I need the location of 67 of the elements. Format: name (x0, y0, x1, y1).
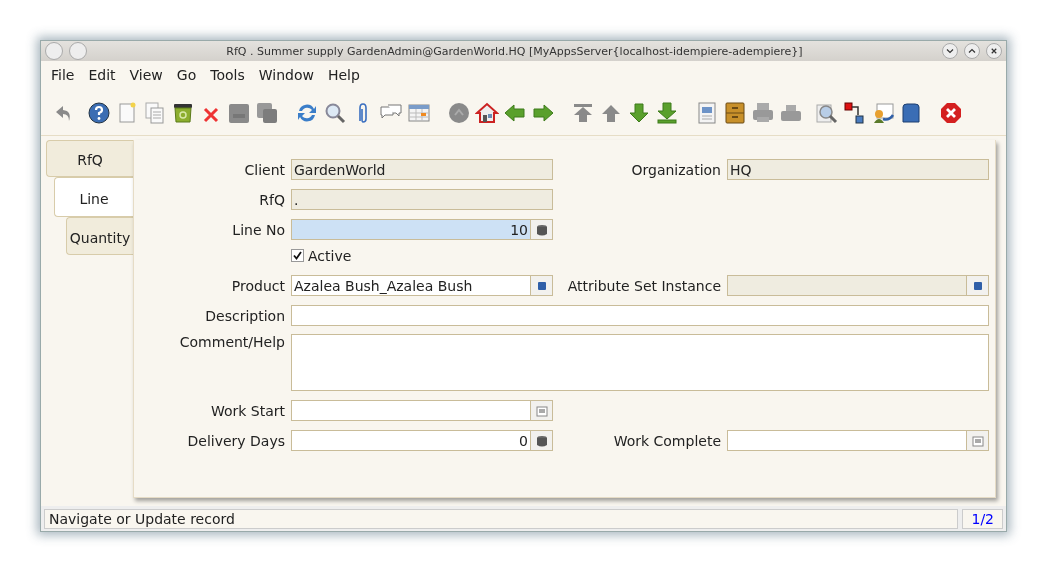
field-label: Work Complete (612, 432, 721, 449)
calculator-icon (535, 223, 548, 236)
input-field[interactable] (291, 400, 553, 421)
field-label: Work Start (209, 402, 285, 419)
lookup-icon (971, 279, 984, 292)
menu-item[interactable]: Window (252, 67, 322, 85)
tab[interactable]: RfQ (46, 140, 133, 177)
save-icon[interactable] (227, 101, 251, 125)
forward-arrow-icon[interactable] (531, 101, 555, 125)
last-record-icon[interactable] (655, 101, 679, 125)
date-button[interactable] (966, 431, 988, 450)
lookup-button[interactable] (530, 276, 552, 295)
field-label: Attribute Set Instance (566, 277, 721, 294)
window-title: RfQ . Summer supply GardenAdmin@GardenWorld.HQ [MyAppsServer{localhost-idempiere-adempiere}] (225, 44, 804, 58)
date-button[interactable] (530, 401, 552, 420)
field-label: Comment/Help (178, 334, 285, 350)
search-icon[interactable] (323, 101, 347, 125)
menu-item[interactable]: File (45, 67, 83, 85)
menu-item[interactable]: View (123, 67, 171, 85)
input-field[interactable]: . (291, 189, 553, 210)
checkbox-label: Active (308, 247, 352, 264)
menu-item[interactable]: Go (170, 67, 205, 85)
archive-icon[interactable] (723, 101, 747, 125)
home-icon[interactable] (475, 101, 499, 125)
calendar-icon (971, 434, 984, 447)
workflow-icon[interactable] (843, 101, 867, 125)
field-label: Product (230, 277, 285, 294)
input-field[interactable]: HQ (727, 159, 989, 180)
number-button[interactable] (530, 431, 552, 450)
calculator-icon (535, 434, 548, 447)
number-button[interactable] (530, 220, 552, 239)
field-label: Organization (630, 161, 721, 178)
first-record-icon[interactable] (571, 101, 595, 125)
zoom-icon[interactable] (815, 101, 839, 125)
field-label: Line No (231, 221, 285, 238)
lookup-button[interactable] (966, 276, 988, 295)
input-field[interactable]: Azalea Bush_Azalea Bush (291, 275, 553, 296)
tab[interactable]: Quantity (66, 217, 133, 255)
input-field[interactable]: 10 (291, 219, 553, 240)
calendar-icon (535, 404, 548, 417)
field-label: Description (204, 307, 285, 324)
field-label: RfQ (258, 191, 285, 208)
save-all-icon[interactable] (255, 101, 279, 125)
input-field[interactable] (727, 275, 989, 296)
record-counter: 1/2 (962, 509, 1003, 529)
minimize-button[interactable] (942, 43, 958, 59)
close-button[interactable] (986, 43, 1002, 59)
field-label: Delivery Days (186, 432, 285, 449)
input-field[interactable] (727, 430, 989, 451)
menu-item[interactable]: Edit (82, 67, 124, 85)
lookup-icon (535, 279, 548, 292)
field-label: Client (243, 161, 285, 178)
down-arrow-icon[interactable] (627, 101, 651, 125)
checkbox[interactable] (291, 249, 304, 262)
input-field[interactable]: 0 (291, 430, 553, 451)
menu-item[interactable]: Tools (204, 67, 253, 85)
table-icon[interactable] (407, 101, 431, 125)
menu-item[interactable]: Help (321, 67, 368, 85)
tab[interactable]: Line (54, 177, 133, 217)
status-message: Navigate or Update record (44, 509, 959, 529)
close-icon[interactable] (939, 101, 963, 125)
help-icon[interactable] (87, 101, 111, 125)
back-arrow-icon[interactable] (503, 101, 527, 125)
maximize-button[interactable] (964, 43, 980, 59)
input-field[interactable]: GardenWorld (291, 159, 553, 180)
trash-icon[interactable] (171, 101, 195, 125)
input-field[interactable] (291, 305, 989, 326)
